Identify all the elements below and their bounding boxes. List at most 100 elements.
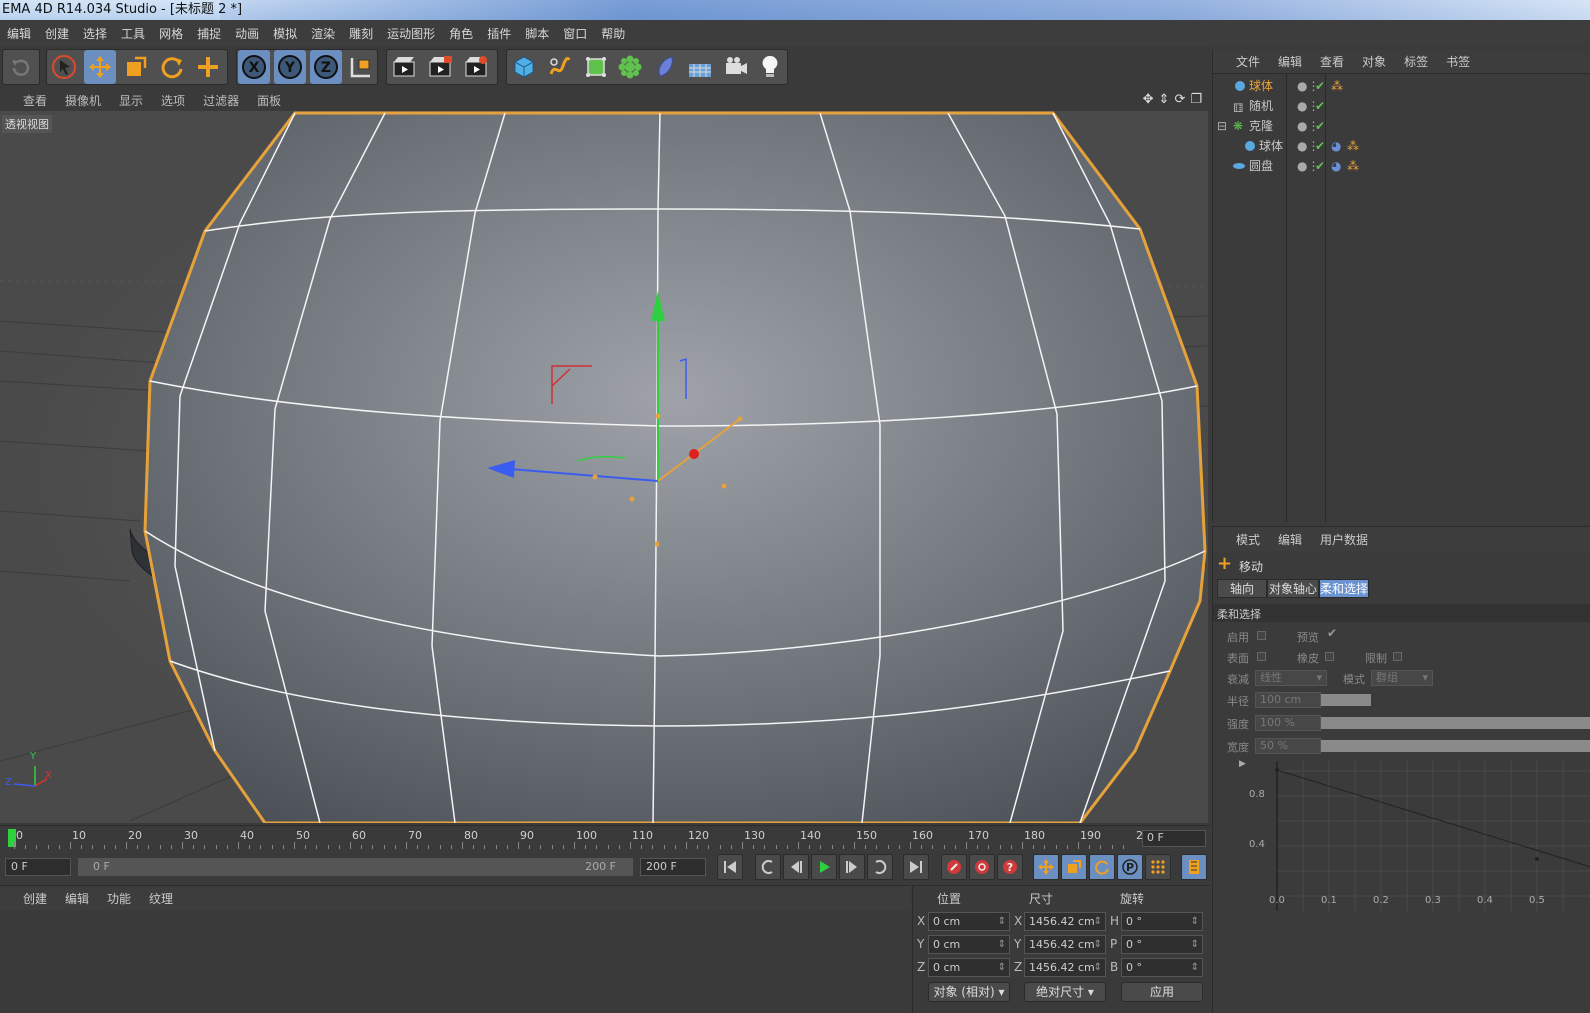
menu-mograph[interactable]: 运动图形 bbox=[380, 25, 442, 42]
x-axis-icon[interactable]: X bbox=[238, 50, 270, 84]
rubber-checkbox[interactable] bbox=[1325, 652, 1334, 661]
key-position-icon[interactable] bbox=[1033, 854, 1059, 880]
enabled-check-icon[interactable]: ✔ bbox=[1315, 136, 1325, 156]
z-axis-icon[interactable]: Z bbox=[310, 50, 342, 84]
next-frame-icon[interactable] bbox=[839, 854, 865, 880]
undo-icon[interactable] bbox=[5, 50, 37, 84]
restrict-checkbox[interactable] bbox=[1393, 652, 1402, 661]
mode-select[interactable]: 群组 ▾ bbox=[1371, 670, 1433, 686]
floor-icon[interactable] bbox=[684, 50, 716, 84]
object-row[interactable]: 球体 ●⋮ ✔ ⁂ bbox=[1213, 76, 1590, 96]
object-menu-view[interactable]: 查看 bbox=[1311, 53, 1353, 70]
add-icon[interactable] bbox=[192, 50, 224, 84]
camera-icon[interactable] bbox=[720, 50, 752, 84]
viewport-menu-view[interactable]: 查看 bbox=[14, 92, 56, 109]
render-settings-icon[interactable] bbox=[460, 50, 492, 84]
coordinate-system-icon[interactable] bbox=[344, 50, 376, 84]
range-slider[interactable]: 0 F 200 F bbox=[78, 858, 633, 876]
enabled-check-icon[interactable]: ✔ bbox=[1315, 96, 1325, 116]
key-parameter-icon[interactable]: P bbox=[1117, 854, 1143, 880]
viewport-maximize-icon[interactable]: ❐ bbox=[1190, 92, 1202, 107]
tab-axis[interactable]: 轴向 bbox=[1217, 579, 1267, 598]
timeline-window-icon[interactable] bbox=[1181, 854, 1207, 880]
start-frame-field[interactable]: 0 F bbox=[5, 858, 71, 876]
coord-mode-select[interactable]: 对象 (相对) ▾ bbox=[928, 982, 1010, 1002]
menu-window[interactable]: 窗口 bbox=[556, 25, 594, 42]
end-frame-field[interactable]: 200 F bbox=[640, 858, 706, 876]
menu-select[interactable]: 选择 bbox=[76, 25, 114, 42]
cube-icon[interactable] bbox=[508, 50, 540, 84]
menu-plugins[interactable]: 插件 bbox=[480, 25, 518, 42]
size-x-field[interactable]: 1456.42 cm bbox=[1024, 912, 1106, 931]
rot-h-field[interactable]: 0 ° bbox=[1121, 912, 1203, 931]
rot-b-field[interactable]: 0 ° bbox=[1121, 958, 1203, 977]
cloner-icon[interactable] bbox=[614, 50, 646, 84]
menu-character[interactable]: 角色 bbox=[442, 25, 480, 42]
material-menu-texture[interactable]: 纹理 bbox=[140, 890, 182, 907]
collapse-icon[interactable]: ⊟ bbox=[1217, 116, 1227, 136]
size-mode-select[interactable]: 绝对尺寸 ▾ bbox=[1024, 982, 1106, 1002]
menu-mesh[interactable]: 网格 bbox=[152, 25, 190, 42]
timeline-ruler[interactable]: 0 10 20 30 40 50 60 70 80 90 100 110 120 130 140 150 160… bbox=[0, 825, 1210, 849]
prev-frame-icon[interactable] bbox=[783, 854, 809, 880]
menu-tools[interactable]: 工具 bbox=[114, 25, 152, 42]
material-menu-function[interactable]: 功能 bbox=[98, 890, 140, 907]
object-menu-bookmarks[interactable]: 书签 bbox=[1437, 53, 1479, 70]
y-axis-icon[interactable]: Y bbox=[274, 50, 306, 84]
size-z-field[interactable]: 1456.42 cm bbox=[1024, 958, 1106, 977]
next-key-icon[interactable] bbox=[867, 854, 893, 880]
strength-slider[interactable] bbox=[1321, 717, 1590, 729]
surface-checkbox[interactable] bbox=[1257, 652, 1266, 661]
menu-simulate[interactable]: 模拟 bbox=[266, 25, 304, 42]
key-pla-icon[interactable] bbox=[1145, 854, 1171, 880]
pos-x-field[interactable]: 0 cm bbox=[928, 912, 1010, 931]
pos-y-field[interactable]: 0 cm bbox=[928, 935, 1010, 954]
material-menu-create[interactable]: 创建 bbox=[14, 890, 56, 907]
size-y-field[interactable]: 1456.42 cm bbox=[1024, 935, 1106, 954]
tab-object-axis[interactable]: 对象轴心 bbox=[1267, 579, 1319, 598]
keyframe-selection-icon[interactable]: ? bbox=[997, 854, 1023, 880]
menu-animate[interactable]: 动画 bbox=[228, 25, 266, 42]
apply-button[interactable]: 应用 bbox=[1121, 982, 1203, 1002]
spline-icon[interactable] bbox=[544, 50, 576, 84]
goto-start-icon[interactable] bbox=[717, 854, 743, 880]
radius-slider[interactable] bbox=[1321, 694, 1371, 706]
graph-expand-icon[interactable]: ▶ bbox=[1239, 759, 1246, 769]
menu-script[interactable]: 脚本 bbox=[518, 25, 556, 42]
menu-render[interactable]: 渲染 bbox=[304, 25, 342, 42]
object-menu-objects[interactable]: 对象 bbox=[1353, 53, 1395, 70]
enabled-check-icon[interactable]: ✔ bbox=[1315, 116, 1325, 136]
object-row[interactable]: ⊟ ❋ 克隆 ●⋮ ✔ bbox=[1213, 116, 1590, 136]
object-row[interactable]: ⚅ 随机 ●⋮ ✔ bbox=[1213, 96, 1590, 116]
phong-tag-icon[interactable]: ⁂ bbox=[1347, 136, 1359, 156]
viewport-menu-panel[interactable]: 面板 bbox=[248, 92, 290, 109]
render-view-icon[interactable] bbox=[388, 50, 420, 84]
prev-key-icon[interactable] bbox=[755, 854, 781, 880]
key-rotation-icon[interactable] bbox=[1089, 854, 1115, 880]
scale-icon[interactable] bbox=[120, 50, 152, 84]
move-icon[interactable] bbox=[84, 50, 116, 84]
viewport-menu-options[interactable]: 选项 bbox=[152, 92, 194, 109]
enabled-check-icon[interactable]: ✔ bbox=[1315, 156, 1325, 176]
deformer-icon[interactable] bbox=[650, 50, 682, 84]
key-scale-icon[interactable] bbox=[1061, 854, 1087, 880]
light-icon[interactable] bbox=[754, 50, 786, 84]
menu-edit[interactable]: 编辑 bbox=[0, 25, 38, 42]
viewport-menu-filter[interactable]: 过滤器 bbox=[194, 92, 248, 109]
preview-check-icon[interactable]: ✔ bbox=[1327, 626, 1337, 640]
enabled-check-icon[interactable]: ✔ bbox=[1315, 76, 1325, 96]
nurbs-icon[interactable] bbox=[580, 50, 612, 84]
rot-p-field[interactable]: 0 ° bbox=[1121, 935, 1203, 954]
object-menu-tags[interactable]: 标签 bbox=[1395, 53, 1437, 70]
width-slider[interactable] bbox=[1321, 740, 1590, 752]
render-picture-queue-icon[interactable] bbox=[424, 50, 456, 84]
width-field[interactable]: 50 % bbox=[1255, 738, 1321, 754]
viewport-orbit-icon[interactable]: ⟳ bbox=[1174, 92, 1185, 107]
attr-menu-mode[interactable]: 模式 bbox=[1227, 531, 1269, 548]
rotate-icon[interactable] bbox=[156, 50, 188, 84]
autokey-icon[interactable] bbox=[969, 854, 995, 880]
pos-z-field[interactable]: 0 cm bbox=[928, 958, 1010, 977]
material-tag-icon[interactable]: ◕ bbox=[1331, 156, 1341, 176]
attr-menu-edit[interactable]: 编辑 bbox=[1269, 531, 1311, 548]
select-arrow-icon[interactable] bbox=[48, 50, 80, 84]
